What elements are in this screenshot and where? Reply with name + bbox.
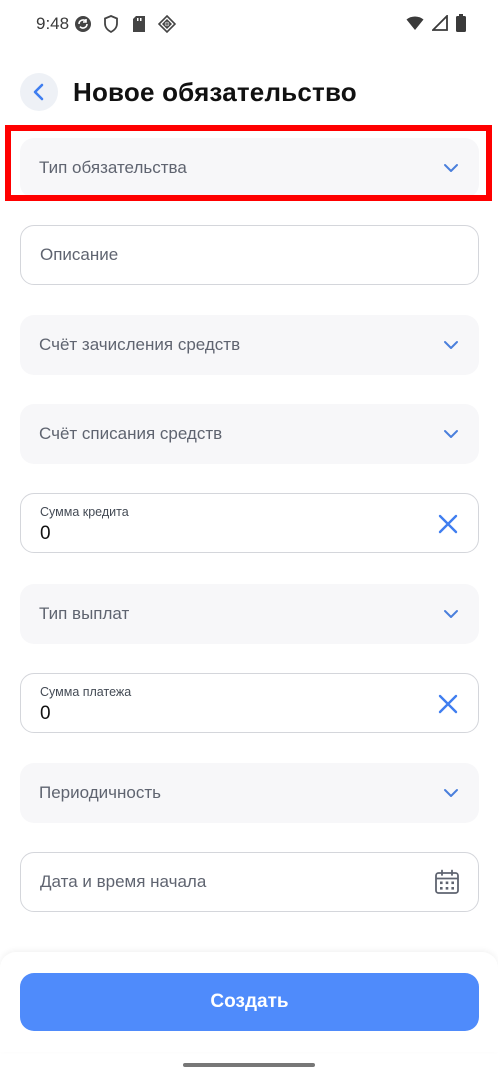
credit-amount-field[interactable]: Сумма кредита 0 — [20, 493, 479, 553]
chevron-down-icon — [441, 424, 461, 444]
description-placeholder: Описание — [40, 245, 119, 264]
chevron-left-icon — [33, 83, 44, 101]
clear-icon[interactable] — [438, 514, 458, 534]
payment-amount-field[interactable]: Сумма платежа 0 — [20, 673, 479, 733]
periodicity-label: Периодичность — [39, 783, 161, 802]
clear-icon[interactable] — [438, 694, 458, 714]
description-field[interactable]: Описание — [20, 225, 479, 285]
wifi-icon — [406, 15, 424, 36]
home-indicator[interactable] — [183, 1063, 315, 1067]
periodicity-select[interactable]: Периодичность — [20, 763, 479, 823]
debit-account-select[interactable]: Счёт списания средств — [20, 404, 479, 464]
status-time: 9:48 — [36, 14, 70, 33]
back-button[interactable] — [20, 73, 58, 111]
credit-amount-label: Сумма кредита — [40, 504, 129, 519]
obligation-type-select[interactable]: Тип обязательства — [20, 138, 479, 198]
chevron-down-icon — [441, 783, 461, 803]
credit-amount-value: 0 — [40, 522, 51, 544]
page-title: Новое обязательство — [73, 76, 357, 107]
battery-icon — [456, 14, 466, 37]
status-icons-right — [406, 13, 466, 37]
diamond-icon — [157, 14, 177, 34]
status-bar: 9:48 — [0, 0, 498, 50]
payment-amount-label: Сумма платежа — [40, 684, 132, 699]
create-button[interactable]: Создать — [20, 973, 479, 1031]
signal-icon — [430, 13, 448, 36]
header: Новое обязательство — [20, 72, 478, 112]
payment-type-label: Тип выплат — [39, 604, 130, 623]
start-datetime-placeholder: Дата и время начала — [40, 872, 207, 891]
credit-account-label: Счёт зачисления средств — [39, 335, 241, 354]
screen: 9:48 Новое обязательство Тип обязательст… — [0, 0, 498, 1080]
payment-amount-value: 0 — [40, 702, 51, 724]
start-datetime-field[interactable]: Дата и время начала — [20, 852, 479, 912]
shield-icon — [101, 14, 121, 34]
sync-icon — [73, 14, 93, 34]
credit-account-select[interactable]: Счёт зачисления средств — [20, 315, 479, 375]
chevron-down-icon — [441, 335, 461, 355]
status-icons-left — [73, 14, 177, 34]
payment-type-select[interactable]: Тип выплат — [20, 584, 479, 644]
calendar-icon[interactable] — [434, 869, 460, 895]
debit-account-label: Счёт списания средств — [39, 424, 223, 443]
obligation-type-label: Тип обязательства — [39, 158, 187, 177]
chevron-down-icon — [441, 158, 461, 178]
sd-card-icon — [129, 14, 149, 34]
chevron-down-icon — [441, 604, 461, 624]
